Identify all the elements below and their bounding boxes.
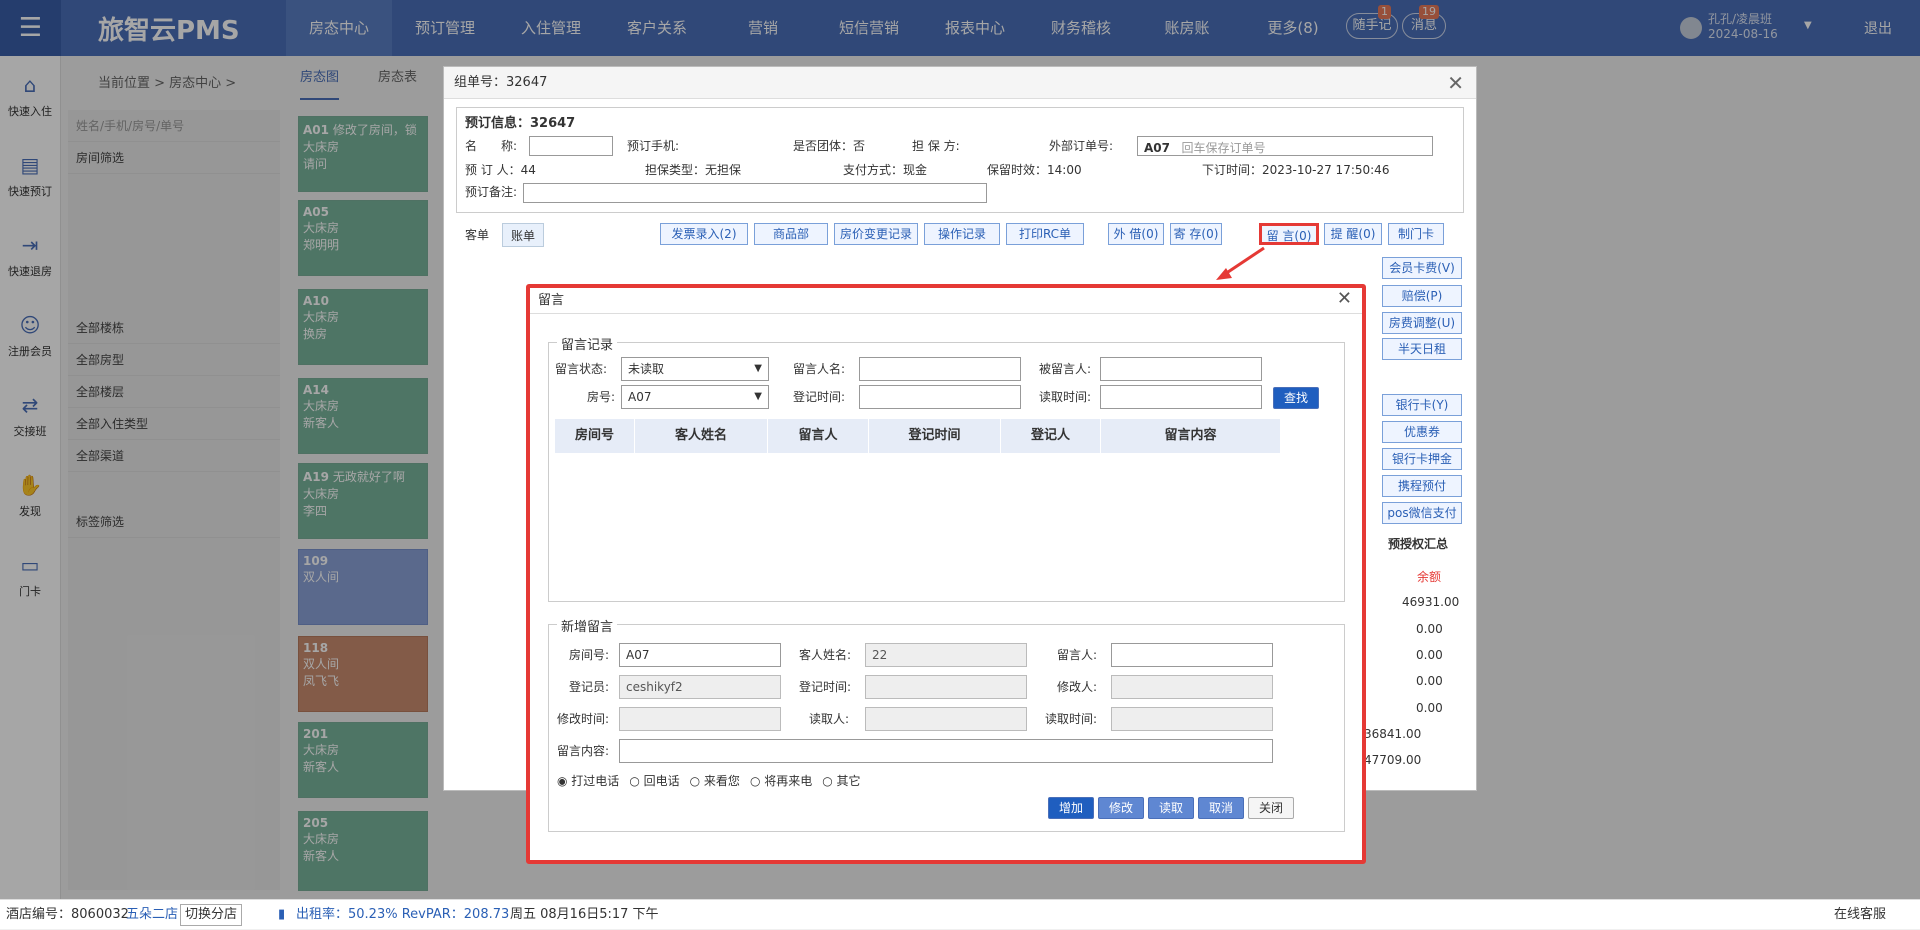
external-order-field[interactable]: A07 回车保存订单号 xyxy=(1137,136,1433,156)
summary-value: 0.00 xyxy=(1416,701,1443,715)
radio-visit[interactable]: ○ 来看您 xyxy=(690,771,740,791)
make-card-button[interactable]: 制门卡 xyxy=(1388,223,1444,245)
status-select[interactable]: 未读取 ▼ xyxy=(621,357,769,381)
occupancy-rate: 出租率：50.23% RevPAR：208.73 xyxy=(296,907,510,922)
edit-button[interactable]: 修改 xyxy=(1098,797,1144,819)
annotation-arrow xyxy=(1216,246,1265,280)
modifier-field[interactable] xyxy=(1111,675,1273,699)
add-button[interactable]: 增加 xyxy=(1048,797,1094,819)
bank-deposit-button[interactable]: 银行卡押金 xyxy=(1382,448,1462,470)
reg-time-field[interactable] xyxy=(865,675,1027,699)
pos-wechat-button[interactable]: pos微信支付 xyxy=(1382,502,1462,524)
target-name-input[interactable] xyxy=(1100,357,1262,381)
lend-button[interactable]: 外 借(0) xyxy=(1108,223,1164,245)
guest-name-input[interactable]: 22 xyxy=(865,643,1027,667)
goods-button[interactable]: 商品部 xyxy=(754,223,828,245)
records-fieldset: 留言记录 留言状态: 未读取 ▼ 留言人名: 被留言人: 房号: A07 ▼ 登记时… xyxy=(548,334,1345,602)
online-service[interactable]: 在线客服 xyxy=(1834,900,1886,930)
half-day-button[interactable]: 半天日租 xyxy=(1382,338,1462,360)
chart-icon: ▮ xyxy=(278,907,286,922)
tab-guest[interactable]: 客单 xyxy=(459,223,495,247)
room-select[interactable]: A07 ▼ xyxy=(621,385,769,409)
room-no-input[interactable]: A07 xyxy=(619,643,781,667)
message-dialog-button[interactable]: 留 言(0) xyxy=(1259,223,1319,245)
radio-call-again[interactable]: ○ 将再来电 xyxy=(750,771,812,791)
bank-card-button[interactable]: 银行卡(Y) xyxy=(1382,394,1462,416)
status-bar: 酒店编号：8060032 五朵二店 切换分店 ▮ 出租率：50.23% RevP… xyxy=(0,899,1920,929)
order-dialog-title: 组单号：32647 xyxy=(444,67,1476,99)
close-button[interactable]: 关闭 xyxy=(1248,797,1294,819)
call-type-radio-group: ◉ 打过电话 ○ 回电话 ○ 来看您 ○ 将再来电 ○ 其它 xyxy=(557,771,861,791)
read-time-field[interactable] xyxy=(1111,707,1273,731)
close-icon[interactable]: ✕ xyxy=(1447,71,1464,95)
col-content: 留言内容 xyxy=(1101,419,1281,453)
remark-field[interactable] xyxy=(523,183,987,203)
new-message-legend: 新增留言 xyxy=(557,616,618,635)
summary-value: 0.00 xyxy=(1416,648,1443,662)
deposit-button[interactable]: 寄 存(0) xyxy=(1170,223,1222,245)
chevron-down-icon: ▼ xyxy=(754,391,762,402)
registrar-input[interactable]: ceshikyf2 xyxy=(619,675,781,699)
summary-header: 预授权汇总 xyxy=(1388,537,1449,551)
new-message-fieldset: 新增留言 房间号: A07 客人姓名: 22 留言人: 登记员: ceshiky… xyxy=(548,616,1345,832)
message-dialog-title: 留言 xyxy=(530,288,1362,314)
author-input[interactable] xyxy=(1111,643,1273,667)
price-change-button[interactable]: 房价变更记录 xyxy=(834,223,918,245)
tab-bill[interactable]: 账单 xyxy=(502,223,545,247)
member-fee-button[interactable]: 会员卡费(V) xyxy=(1382,257,1462,279)
read-button[interactable]: 读取 xyxy=(1148,797,1194,819)
cancel-button[interactable]: 取消 xyxy=(1198,797,1244,819)
reg-time-input[interactable] xyxy=(859,385,1021,409)
mod-time-field[interactable] xyxy=(619,707,781,731)
print-rc-button[interactable]: 打印RC单 xyxy=(1006,223,1084,245)
reader-field[interactable] xyxy=(865,707,1027,731)
col-room: 房间号 xyxy=(555,419,635,453)
summary-value: 0.00 xyxy=(1416,674,1443,688)
col-guest: 客人姓名 xyxy=(635,419,768,453)
reminder-button[interactable]: 提 醒(0) xyxy=(1324,223,1382,245)
read-time-input[interactable] xyxy=(1100,385,1262,409)
operation-log-button[interactable]: 操作记录 xyxy=(924,223,1000,245)
booking-info-title: 预订信息：32647 xyxy=(465,116,576,131)
invoice-button[interactable]: 发票录入(2) xyxy=(660,223,748,245)
summary-balance-label: 余额 xyxy=(1417,570,1442,584)
col-reg-time: 登记时间 xyxy=(869,419,1001,453)
author-name-input[interactable] xyxy=(859,357,1021,381)
ctrip-prepay-button[interactable]: 携程预付 xyxy=(1382,475,1462,497)
total-value: 47709.00 xyxy=(1364,753,1422,767)
message-dialog: 留言 ✕ 留言记录 留言状态: 未读取 ▼ 留言人名: 被留言人: 房号: A07… xyxy=(526,284,1366,864)
store-name[interactable]: 五朵二店 xyxy=(126,900,178,930)
name-field[interactable] xyxy=(529,136,613,156)
hotel-number: 酒店编号：8060032 xyxy=(6,907,129,922)
col-reg-user: 登记人 xyxy=(1001,419,1101,453)
radio-called[interactable]: ◉ 打过电话 xyxy=(557,771,619,791)
records-table-header: 房间号 客人姓名 留言人 登记时间 登记人 留言内容 xyxy=(555,419,1281,453)
radio-callback[interactable]: ○ 回电话 xyxy=(629,771,679,791)
coupon-button[interactable]: 优惠券 xyxy=(1382,421,1462,443)
total-value: 36841.00 xyxy=(1364,727,1422,741)
summary-value: 0.00 xyxy=(1416,622,1443,636)
search-button[interactable]: 查找 xyxy=(1273,387,1319,409)
close-icon[interactable]: ✕ xyxy=(1337,288,1352,309)
radio-other[interactable]: ○ 其它 xyxy=(822,771,860,791)
room-fee-adjust-button[interactable]: 房费调整(U) xyxy=(1382,312,1462,334)
chevron-down-icon: ▼ xyxy=(754,363,762,374)
summary-value: 46931.00 xyxy=(1402,595,1460,609)
switch-store-button[interactable]: 切换分店 xyxy=(180,904,243,926)
booking-info-box: 预订信息：32647 名 称: 预订手机: 是否团体：否 担 保 方: 外部订单… xyxy=(456,107,1464,213)
records-legend: 留言记录 xyxy=(557,334,618,353)
datetime: 周五 08月16日5:17 下午 xyxy=(510,907,659,922)
col-author: 留言人 xyxy=(768,419,869,453)
compensation-button[interactable]: 赔偿(P) xyxy=(1382,285,1462,307)
message-content-input[interactable] xyxy=(619,739,1273,763)
